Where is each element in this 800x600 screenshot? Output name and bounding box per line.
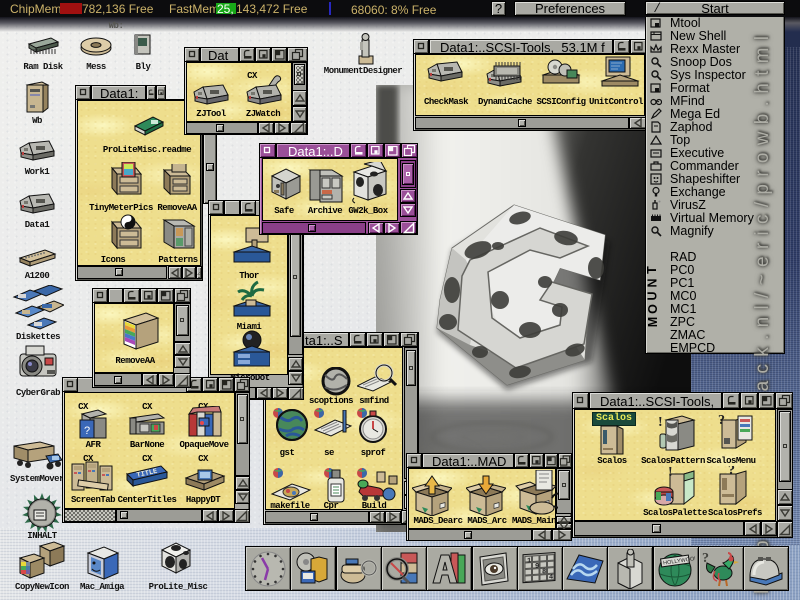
svg-text:8: 8 (542, 568, 546, 576)
svg-text:1: 1 (527, 557, 531, 565)
svg-text:9: 9 (535, 563, 539, 571)
svg-text:!: ! (658, 415, 663, 430)
svg-text:!: ! (668, 466, 673, 480)
svg-text:?: ? (718, 414, 725, 428)
svg-text:?: ? (84, 425, 90, 437)
svg-text:4: 4 (549, 574, 553, 582)
svg-text:?: ? (728, 466, 735, 478)
